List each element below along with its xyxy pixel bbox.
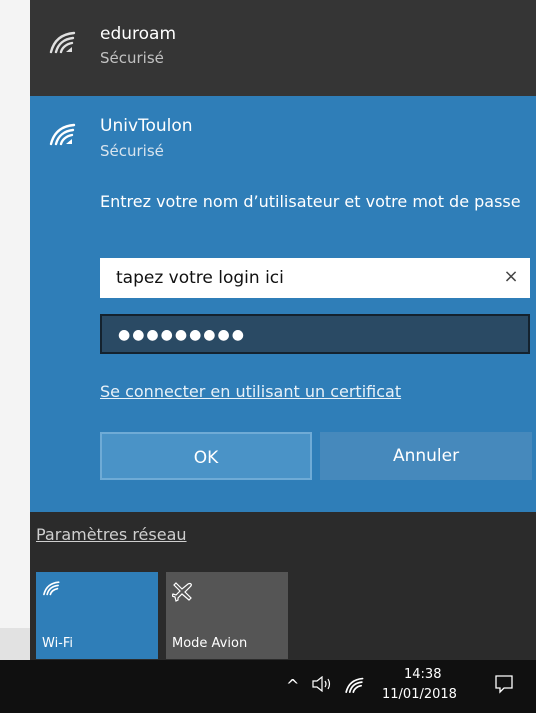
wifi-icon[interactable] (344, 676, 364, 698)
username-input[interactable] (100, 258, 530, 298)
certificate-link[interactable]: Se connecter en utilisant un certificat (100, 382, 401, 401)
desktop-edge (0, 0, 30, 660)
network-status: Sécurisé (100, 49, 164, 67)
network-name: UnivToulon (100, 116, 193, 136)
password-input[interactable]: ●●●●●●●●● (100, 314, 530, 354)
wifi-icon (48, 30, 76, 54)
clear-icon[interactable]: × (500, 264, 522, 290)
wifi-tile[interactable]: Wi-Fi (36, 572, 158, 659)
airplane-mode-tile[interactable]: Mode Avion (166, 572, 288, 659)
clock-time[interactable]: 14:38 (404, 667, 441, 682)
tile-label: Mode Avion (172, 636, 248, 651)
network-settings-link[interactable]: Paramètres réseau (36, 525, 187, 544)
wifi-icon (42, 580, 60, 600)
notification-icon[interactable] (494, 674, 514, 698)
cancel-button[interactable]: Annuler (320, 432, 532, 480)
network-name: eduroam (100, 24, 177, 44)
password-mask: ●●●●●●●●● (118, 327, 246, 343)
taskbar: ^ 14:38 11/01/2018 (0, 660, 536, 713)
wifi-icon (48, 122, 76, 146)
tile-label: Wi-Fi (42, 636, 74, 651)
airplane-icon (171, 580, 194, 606)
network-item-eduroam[interactable]: eduroam Sécurisé (30, 0, 536, 96)
ok-button[interactable]: OK (100, 432, 312, 480)
clock-date[interactable]: 11/01/2018 (382, 687, 457, 702)
volume-icon[interactable] (312, 675, 332, 696)
network-status: Sécurisé (100, 142, 164, 160)
chevron-up-icon[interactable]: ^ (286, 676, 299, 695)
desktop-edge-bottom (0, 628, 30, 660)
credentials-prompt: Entrez votre nom d’utilisateur et votre … (100, 192, 521, 211)
